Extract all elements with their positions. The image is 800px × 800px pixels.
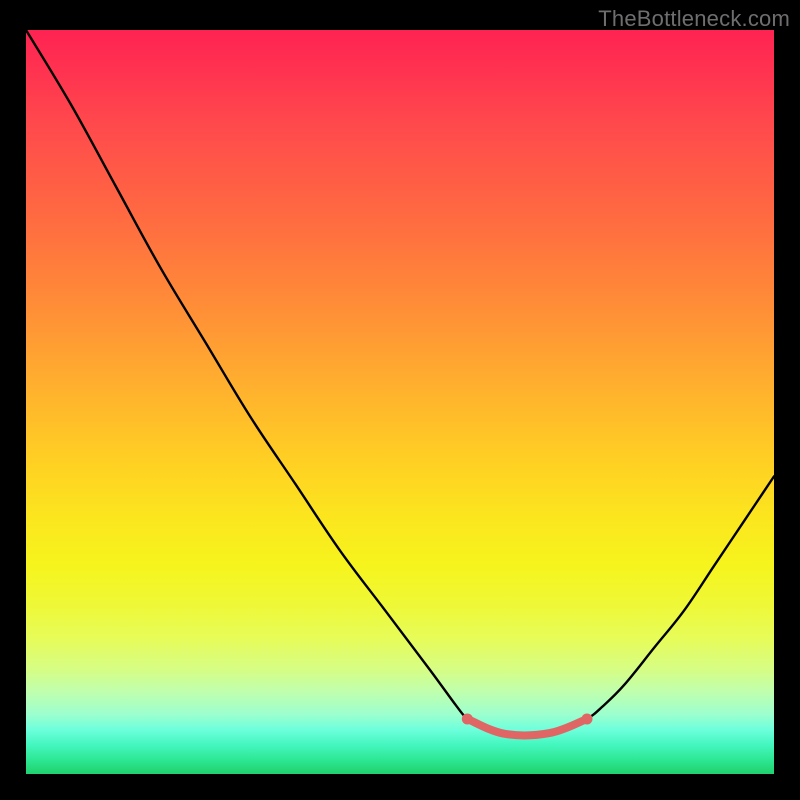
optimal-end-dot xyxy=(582,713,593,724)
optimal-start-dot xyxy=(462,713,473,724)
watermark-text: TheBottleneck.com xyxy=(598,6,790,32)
optimal-segment-path xyxy=(467,719,587,736)
chart-area xyxy=(26,30,774,774)
bottleneck-curve-path xyxy=(26,30,774,735)
chart-svg xyxy=(26,30,774,774)
